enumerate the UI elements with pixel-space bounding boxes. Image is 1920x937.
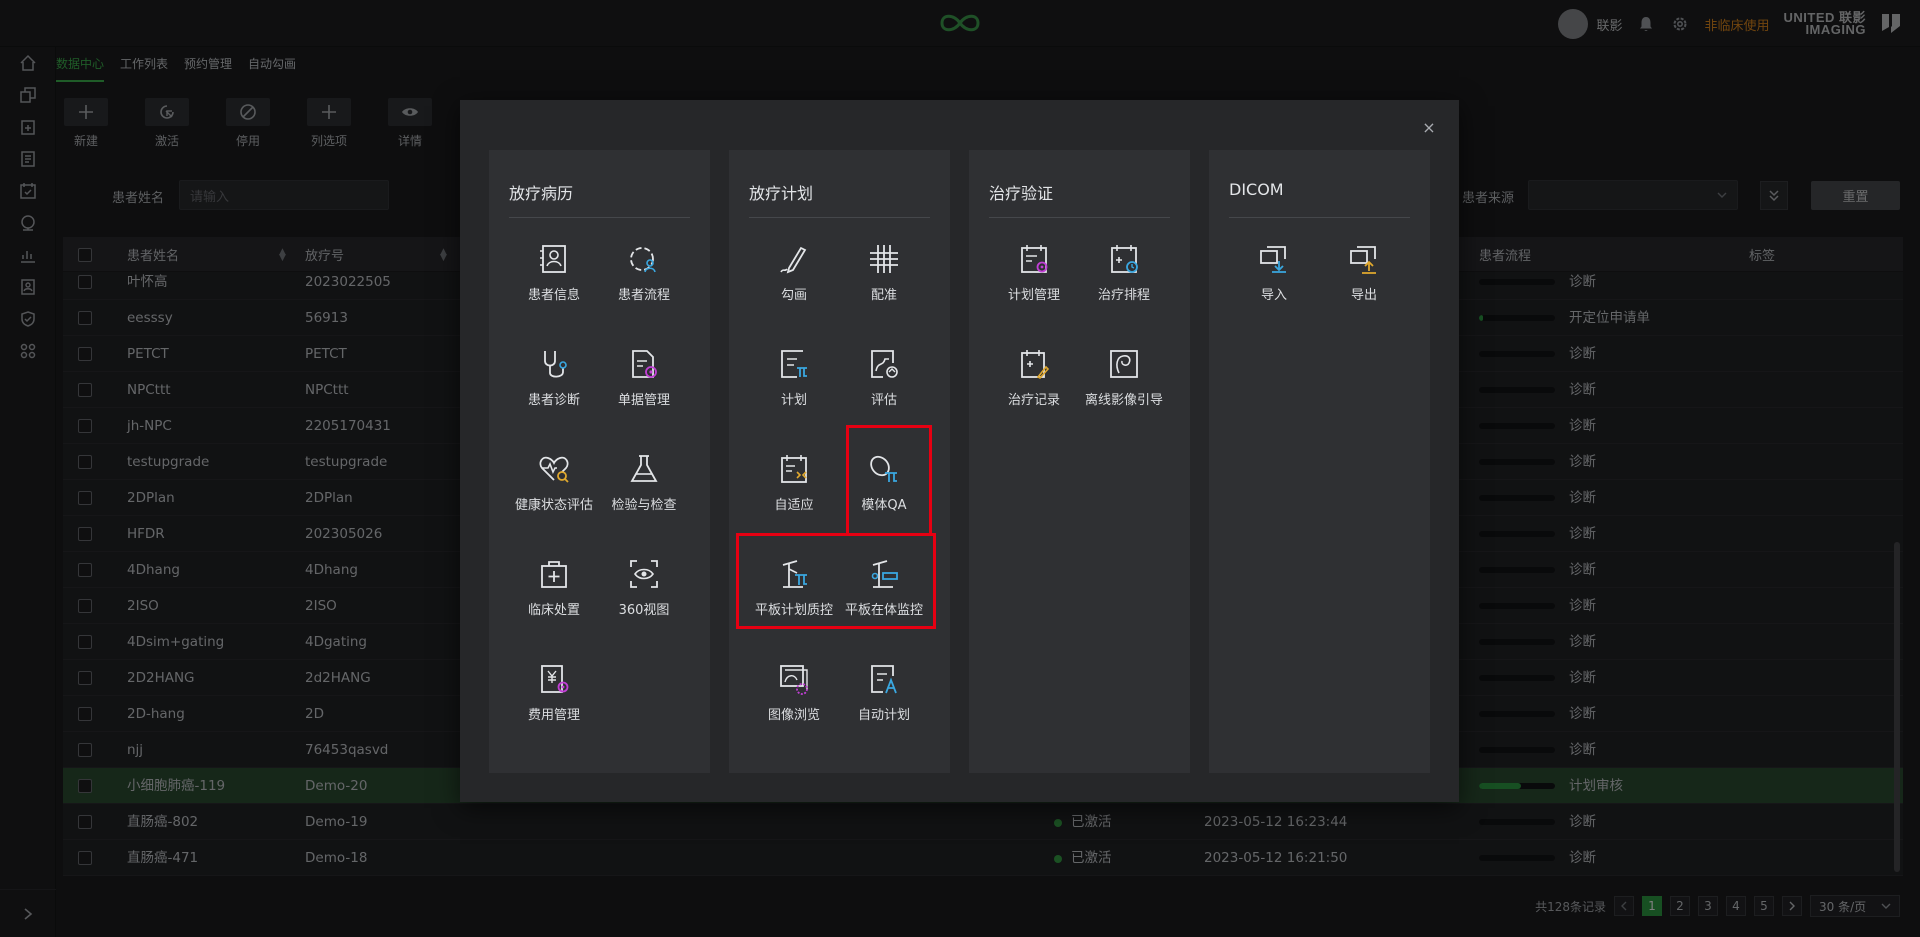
billing-icon (541, 665, 569, 693)
offline-image-icon (1110, 350, 1138, 378)
patient-info-icon (540, 245, 566, 273)
export-icon (1350, 246, 1376, 274)
app-registration[interactable]: 配准 (839, 242, 929, 332)
app-plan-management[interactable]: 计划管理 (989, 242, 1079, 332)
app-label: 临床处置 (527, 603, 580, 618)
app-adaptive[interactable]: 自适应 (749, 452, 839, 542)
app-patient-info[interactable]: 患者信息 (509, 242, 599, 332)
evaluation-icon (871, 350, 898, 378)
patient-flow-icon (630, 247, 656, 273)
grid-icon (870, 245, 898, 273)
plan-icon (781, 350, 807, 378)
image-browser-icon (780, 665, 808, 695)
app-patient-diagnosis[interactable]: 患者诊断 (509, 347, 599, 437)
app-auto-planning[interactable]: 自动计划 (839, 662, 929, 752)
panel-rt-records: 放疗病历 患者信息 患者流程 患者诊断 单据管理 健康状态评估 检验与检查 临床… (489, 150, 710, 773)
app-import[interactable]: 导入 (1229, 242, 1319, 332)
panel-treatment-verification: 治疗验证 计划管理 治疗排程 治疗记录 离线影像引导 (969, 150, 1190, 773)
app-planning[interactable]: 计划 (749, 347, 839, 437)
app-form-management[interactable]: 单据管理 (599, 347, 689, 437)
app-treatment-schedule[interactable]: 治疗排程 (1079, 242, 1169, 332)
app-evaluation[interactable]: 评估 (839, 347, 929, 437)
app-label: 计划 (780, 393, 807, 408)
form-management-icon (632, 350, 657, 378)
flask-icon (630, 455, 658, 482)
medical-kit-icon (541, 561, 567, 588)
app-label: 治疗记录 (1007, 393, 1060, 408)
panel-title: 放疗病历 (509, 184, 574, 203)
app-label: 健康状态评估 (514, 498, 593, 513)
panel-title: 放疗计划 (749, 184, 814, 203)
treatment-records-icon (1021, 350, 1050, 379)
panel-dicom: DICOM 导入 导出 (1209, 150, 1430, 773)
divider (989, 217, 1170, 218)
highlight-box-phantom-qa (846, 425, 932, 536)
app-360-view[interactable]: 360视图 (599, 557, 689, 647)
app-label: 患者信息 (527, 288, 580, 303)
adaptive-icon (781, 455, 807, 483)
divider (1229, 217, 1410, 218)
app-label: 计划管理 (1007, 288, 1060, 303)
app-label: 治疗排程 (1097, 288, 1150, 303)
app-label: 评估 (870, 393, 897, 408)
app-label: 配准 (870, 288, 897, 303)
divider (749, 217, 930, 218)
app-billing[interactable]: 费用管理 (509, 662, 599, 752)
app-health-assessment[interactable]: 健康状态评估 (509, 452, 599, 542)
app-clinical-treatment[interactable]: 临床处置 (509, 557, 599, 647)
panel-title: 治疗验证 (989, 184, 1054, 203)
app-label: 患者流程 (617, 288, 670, 303)
app-patient-flow[interactable]: 患者流程 (599, 242, 689, 332)
app-label: 检验与检查 (611, 498, 677, 513)
app-label: 导出 (1350, 288, 1377, 303)
app-treatment-records[interactable]: 治疗记录 (989, 347, 1079, 437)
auto-plan-icon (871, 665, 897, 694)
app-offline-igrt[interactable]: 离线影像引导 (1079, 347, 1169, 437)
close-icon[interactable]: × (1421, 120, 1437, 136)
app-label: 勾画 (780, 288, 807, 303)
app-contouring[interactable]: 勾画 (749, 242, 839, 332)
app-lab-exam[interactable]: 检验与检查 (599, 452, 689, 542)
heart-pulse-icon (539, 456, 569, 483)
app-label: 导入 (1260, 288, 1287, 303)
import-icon (1260, 246, 1286, 273)
app-label: 费用管理 (527, 708, 580, 723)
app-image-browser[interactable]: 图像浏览 (749, 662, 839, 752)
stethoscope-icon (544, 351, 567, 378)
app-label: 自适应 (774, 498, 814, 513)
highlight-box-flat-panel (736, 533, 936, 629)
pen-icon (780, 246, 807, 274)
app-label: 患者诊断 (527, 393, 580, 408)
app-label: 离线影像引导 (1084, 393, 1163, 408)
plan-management-icon (1021, 245, 1048, 273)
app-label: 图像浏览 (767, 708, 820, 723)
eye-scan-icon (630, 560, 658, 588)
app-label: 单据管理 (617, 393, 670, 408)
divider (509, 217, 690, 218)
app-label: 自动计划 (857, 708, 910, 723)
app-label: 360视图 (618, 603, 670, 618)
schedule-icon (1111, 245, 1138, 273)
panel-title: DICOM (1229, 180, 1284, 199)
app-launcher-modal: × 放疗病历 患者信息 患者流程 患者诊断 单据管理 健康状态评估 检验与检查 (460, 100, 1459, 802)
app-export[interactable]: 导出 (1319, 242, 1409, 332)
